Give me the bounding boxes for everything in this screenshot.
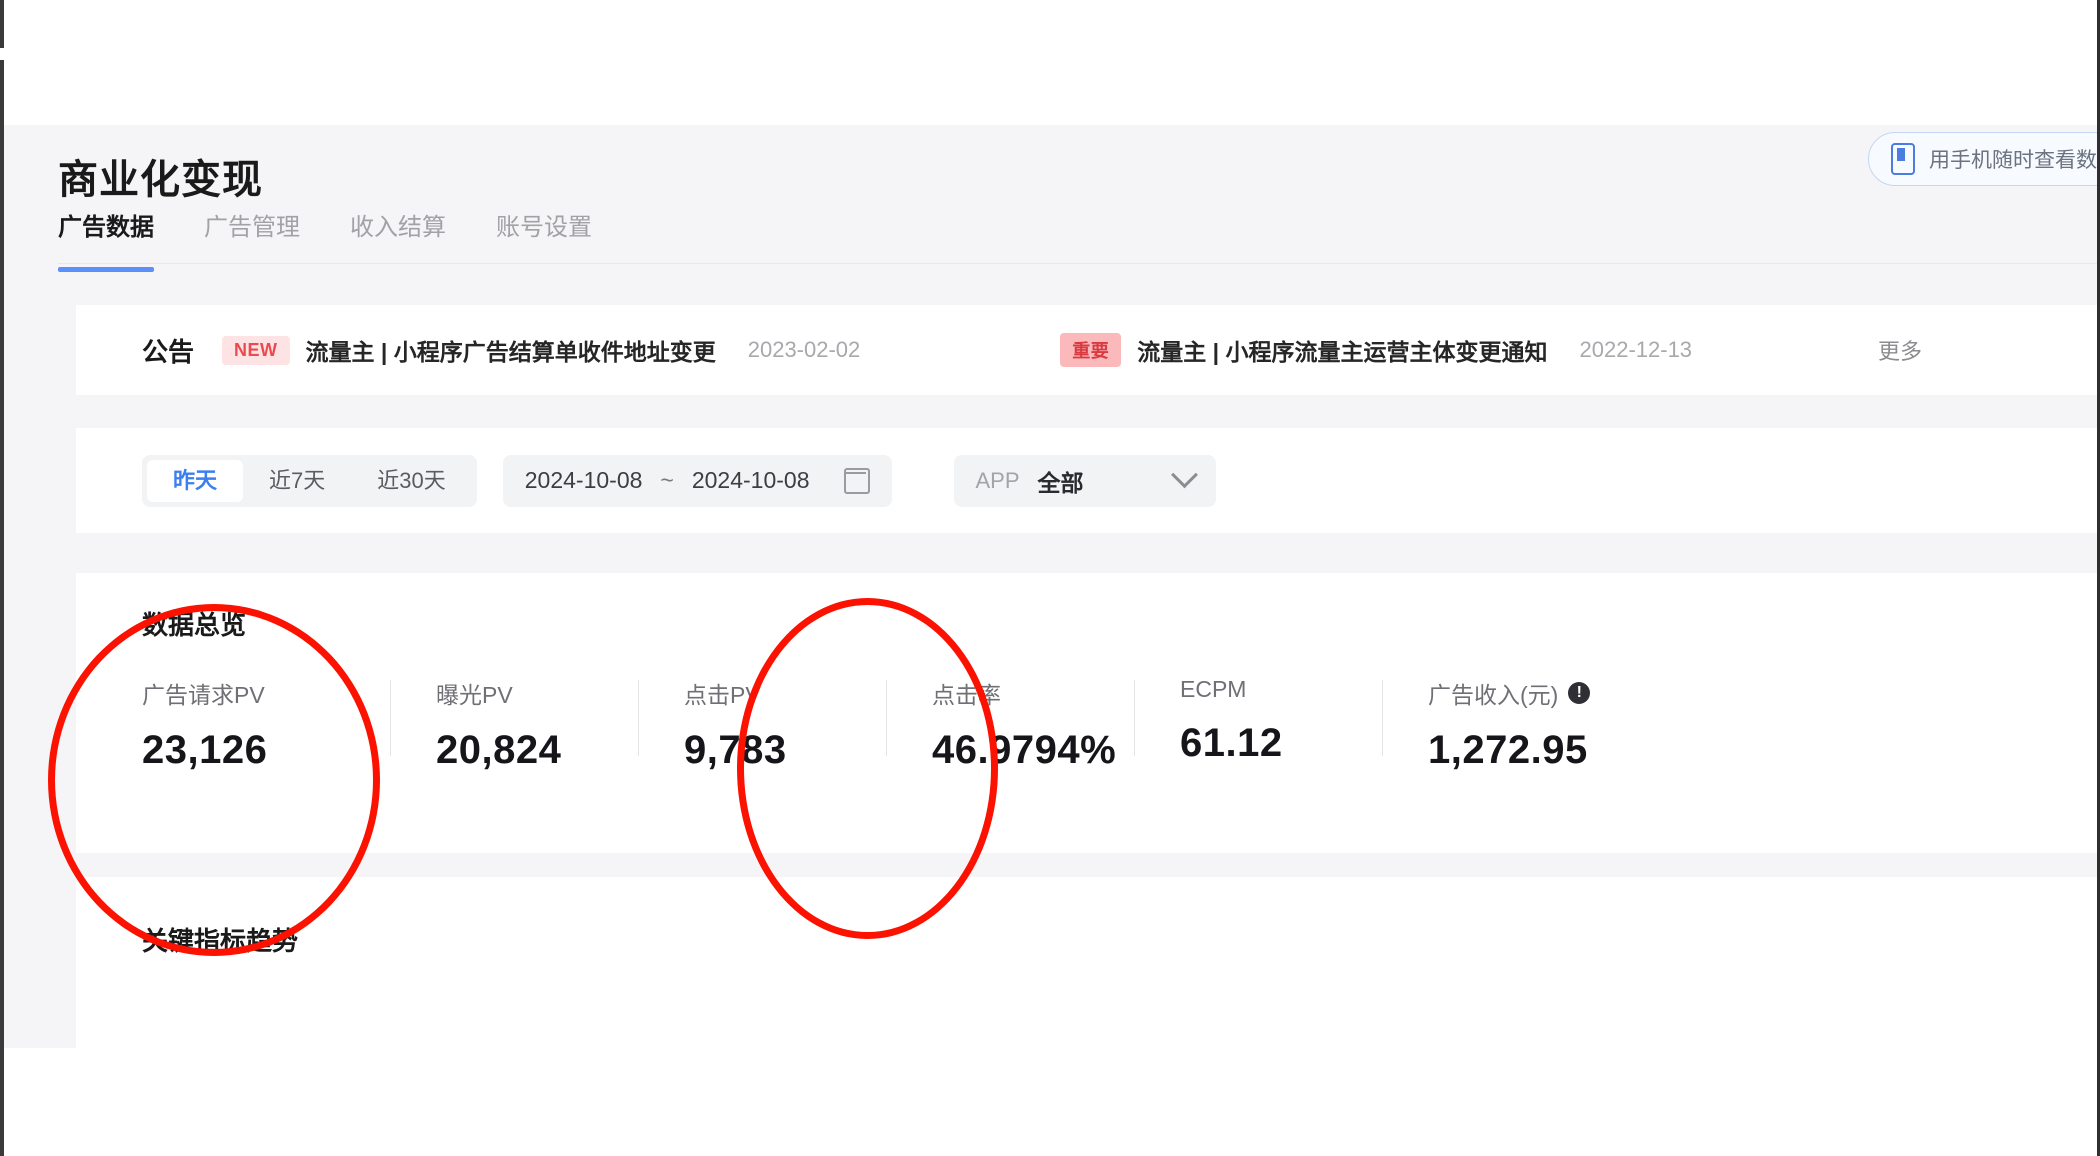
- tab-bar: 广告数据 广告管理 收入结算 账号设置: [4, 207, 2097, 272]
- metric-list: 广告请求PV 23,126 曝光PV 20,824 点击PV 9,783 点击率…: [142, 676, 2097, 773]
- metric-label: ECPM: [1180, 676, 1247, 702]
- metric-label-text: 广告收入(元): [1428, 682, 1559, 708]
- date-range-picker[interactable]: 2024-10-08 ~ 2024-10-08: [502, 454, 892, 507]
- metric-label: 广告收入(元) !: [1428, 676, 1630, 710]
- tab-bar-divider: [58, 263, 2097, 264]
- app-canvas: 商业化变现 用手机随时查看数 广告数据 广告管理 收入结算 账号设置 公告 NE…: [4, 125, 2097, 1048]
- window-left-edge: [0, 0, 4, 1156]
- announcement-card: 公告 NEW 流量主 | 小程序广告结算单收件地址变更 2023-02-02 重…: [76, 305, 2097, 395]
- date-preset-segmented-control: 昨天 近7天 近30天: [142, 454, 477, 507]
- date-preset-yesterday[interactable]: 昨天: [147, 459, 244, 502]
- date-range-end[interactable]: 2024-10-08: [692, 467, 810, 494]
- key-metric-trend-card: 关键指标趋势: [76, 877, 2097, 1048]
- view-on-phone-button[interactable]: 用手机随时查看数: [1868, 132, 2097, 186]
- announcement-title: 公告: [142, 336, 195, 367]
- metric-click-rate: 点击率 46.9794%: [886, 676, 1134, 773]
- announcement-item-2-date: 2022-12-13: [1579, 337, 1693, 362]
- date-range-start[interactable]: 2024-10-08: [525, 467, 643, 494]
- date-preset-last-7-days[interactable]: 近7天: [243, 460, 351, 502]
- page-header: 商业化变现 用手机随时查看数 广告数据 广告管理 收入结算 账号设置: [4, 125, 2097, 272]
- app-select-value: 全部: [1037, 469, 1084, 496]
- metric-ecpm: ECPM 61.12: [1134, 676, 1382, 773]
- chevron-down-icon[interactable]: [1170, 461, 1198, 489]
- announcement-item-1[interactable]: NEW 流量主 | 小程序广告结算单收件地址变更 2023-02-02: [222, 333, 860, 367]
- metric-value: 23,126: [142, 728, 268, 772]
- metric-label: 点击率: [932, 682, 1001, 708]
- date-range-separator: ~: [660, 467, 674, 493]
- announcement-item-1-date: 2023-02-02: [747, 337, 861, 362]
- announcement-item-2-text[interactable]: 流量主 | 小程序流量主运营主体变更通知: [1137, 333, 1547, 367]
- badge-important: 重要: [1060, 333, 1122, 367]
- key-metric-trend-title: 关键指标趋势: [142, 926, 299, 956]
- announcement-item-1-text[interactable]: 流量主 | 小程序广告结算单收件地址变更: [306, 333, 716, 367]
- announcement-more-link[interactable]: 更多: [1878, 334, 1922, 366]
- metric-impression-pv: 曝光PV 20,824: [390, 676, 638, 773]
- info-icon[interactable]: !: [1568, 682, 1591, 704]
- app-select-label: APP: [975, 467, 1020, 493]
- app-select[interactable]: APP 全部: [953, 454, 1216, 507]
- calendar-icon[interactable]: [843, 467, 870, 494]
- metric-value: 46.9794%: [932, 728, 1117, 772]
- phone-icon: [1891, 143, 1915, 175]
- view-on-phone-label: 用手机随时查看数: [1929, 149, 2097, 172]
- metric-ad-revenue: 广告收入(元) ! 1,272.95: [1382, 676, 1630, 773]
- metric-value: 61.12: [1180, 721, 1283, 765]
- metric-ad-request-pv: 广告请求PV 23,126: [142, 676, 390, 773]
- metric-value: 20,824: [436, 728, 562, 772]
- badge-new: NEW: [222, 335, 290, 365]
- data-overview-title: 数据总览: [142, 610, 247, 640]
- data-overview-card: 数据总览 广告请求PV 23,126 曝光PV 20,824 点击PV 9,78…: [76, 573, 2097, 853]
- date-preset-last-30-days[interactable]: 近30天: [351, 460, 471, 502]
- filter-card: 昨天 近7天 近30天 2024-10-08 ~ 2024-10-08 APP …: [76, 428, 2097, 533]
- metric-value: 1,272.95: [1428, 728, 1588, 772]
- metric-value: 9,783: [684, 728, 787, 772]
- metric-label: 广告请求PV: [142, 682, 265, 708]
- page-title: 商业化变现: [58, 158, 263, 202]
- window-left-edge-gap: [0, 48, 4, 60]
- metric-label: 点击PV: [684, 682, 761, 708]
- metric-label: 曝光PV: [436, 682, 513, 708]
- metric-click-pv: 点击PV 9,783: [638, 676, 886, 773]
- announcement-item-2[interactable]: 重要 流量主 | 小程序流量主运营主体变更通知 2022-12-13: [1060, 333, 1692, 367]
